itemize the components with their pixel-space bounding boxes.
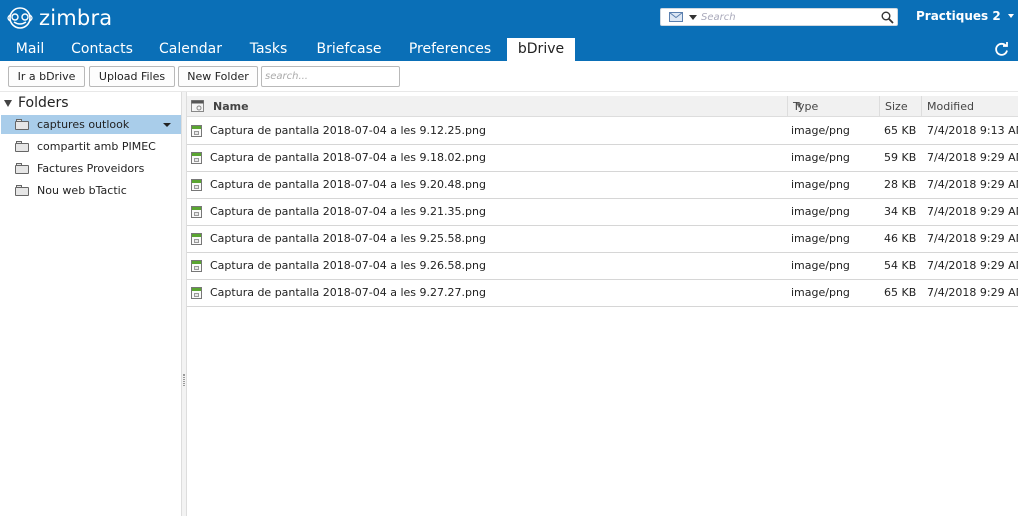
folder-item-compartit-amb-pimec[interactable]: compartit amb PIMEC bbox=[1, 137, 181, 156]
file-modified: 7/4/2018 9:13 AM bbox=[927, 124, 1018, 137]
file-size: 34 KB bbox=[884, 205, 917, 218]
file-modified: 7/4/2018 9:29 AM bbox=[927, 232, 1018, 245]
file-list: Name Type Size Modified Captura de panta… bbox=[187, 92, 1018, 516]
select-all-icon[interactable] bbox=[191, 100, 204, 112]
folder-label: Nou web bTactic bbox=[37, 184, 127, 197]
table-row[interactable]: Captura de pantalla 2018-07-04 a les 9.2… bbox=[187, 280, 1018, 307]
new-folder-button[interactable]: New Folder bbox=[178, 66, 258, 87]
file-modified: 7/4/2018 9:29 AM bbox=[927, 286, 1018, 299]
table-row[interactable]: Captura de pantalla 2018-07-04 a les 9.1… bbox=[187, 118, 1018, 145]
search-input[interactable] bbox=[701, 10, 876, 24]
file-type: image/png bbox=[791, 178, 850, 191]
column-name-label: Name bbox=[213, 100, 249, 113]
file-size: 59 KB bbox=[884, 151, 917, 164]
folder-sidebar: Folders captures outlook compartit amb P… bbox=[0, 92, 182, 516]
file-name: Captura de pantalla 2018-07-04 a les 9.2… bbox=[210, 286, 486, 299]
logo-text: zimbra bbox=[39, 6, 113, 30]
bdrive-search-input[interactable] bbox=[261, 66, 400, 87]
file-name: Captura de pantalla 2018-07-04 a les 9.2… bbox=[210, 259, 486, 272]
image-file-icon bbox=[191, 287, 202, 299]
folders-title: Folders bbox=[18, 95, 69, 111]
file-size: 54 KB bbox=[884, 259, 917, 272]
folder-label: compartit amb PIMEC bbox=[37, 140, 156, 153]
folder-label: captures outlook bbox=[37, 118, 130, 131]
column-header-name[interactable]: Name bbox=[209, 96, 802, 117]
tab-tasks[interactable]: Tasks bbox=[240, 38, 297, 61]
tab-preferences[interactable]: Preferences bbox=[400, 38, 500, 61]
folder-icon bbox=[15, 185, 29, 196]
file-type: image/png bbox=[791, 232, 850, 245]
table-row[interactable]: Captura de pantalla 2018-07-04 a les 9.2… bbox=[187, 253, 1018, 280]
file-name: Captura de pantalla 2018-07-04 a les 9.2… bbox=[210, 232, 486, 245]
file-modified: 7/4/2018 9:29 AM bbox=[927, 259, 1018, 272]
file-size: 28 KB bbox=[884, 178, 917, 191]
tab-contacts[interactable]: Contacts bbox=[62, 38, 142, 61]
app-tabs: Mail Contacts Calendar Tasks Briefcase P… bbox=[0, 38, 1018, 61]
zimbra-logo[interactable]: zimbra bbox=[4, 5, 112, 31]
global-search[interactable] bbox=[660, 8, 898, 26]
tab-bdrive[interactable]: bDrive bbox=[507, 38, 575, 61]
splitter-grip-icon[interactable] bbox=[183, 374, 185, 386]
user-menu[interactable]: Practiques 2 bbox=[916, 8, 1014, 24]
mail-icon[interactable] bbox=[669, 12, 683, 22]
folder-label: Factures Proveidors bbox=[37, 162, 145, 175]
image-file-icon bbox=[191, 179, 202, 191]
file-type: image/png bbox=[791, 151, 850, 164]
column-header-modified[interactable]: Modified bbox=[921, 96, 1018, 117]
file-size: 65 KB bbox=[884, 124, 917, 137]
column-header-size[interactable]: Size bbox=[879, 96, 921, 117]
image-file-icon bbox=[191, 125, 202, 137]
table-row[interactable]: Captura de pantalla 2018-07-04 a les 9.2… bbox=[187, 172, 1018, 199]
folder-icon bbox=[15, 141, 29, 152]
search-type-chevron-down-icon[interactable] bbox=[689, 15, 697, 20]
image-file-icon bbox=[191, 206, 202, 218]
image-file-icon bbox=[191, 260, 202, 272]
folder-item-captures-outlook[interactable]: captures outlook bbox=[1, 115, 181, 134]
file-size: 65 KB bbox=[884, 286, 917, 299]
column-header-type[interactable]: Type bbox=[787, 96, 879, 117]
file-modified: 7/4/2018 9:29 AM bbox=[927, 205, 1018, 218]
file-type: image/png bbox=[791, 124, 850, 137]
file-size: 46 KB bbox=[884, 232, 917, 245]
table-row[interactable]: Captura de pantalla 2018-07-04 a les 9.1… bbox=[187, 145, 1018, 172]
file-name: Captura de pantalla 2018-07-04 a les 9.1… bbox=[210, 124, 486, 137]
folder-icon bbox=[15, 163, 29, 174]
search-icon[interactable] bbox=[881, 11, 894, 24]
file-type: image/png bbox=[791, 286, 850, 299]
folder-item-nou-web-btactic[interactable]: Nou web bTactic bbox=[1, 181, 181, 200]
image-file-icon bbox=[191, 152, 202, 164]
image-file-icon bbox=[191, 233, 202, 245]
file-type: image/png bbox=[791, 259, 850, 272]
app-header: zimbra Practiques 2 bbox=[0, 0, 1018, 38]
upload-files-button[interactable]: Upload Files bbox=[89, 66, 175, 87]
refresh-icon[interactable] bbox=[994, 42, 1009, 57]
file-type: image/png bbox=[791, 205, 850, 218]
file-name: Captura de pantalla 2018-07-04 a les 9.1… bbox=[210, 151, 486, 164]
tab-briefcase[interactable]: Briefcase bbox=[306, 38, 392, 61]
folder-menu-chevron-down-icon[interactable] bbox=[163, 123, 171, 127]
go-to-bdrive-button[interactable]: Ir a bDrive bbox=[8, 66, 85, 87]
table-row[interactable]: Captura de pantalla 2018-07-04 a les 9.2… bbox=[187, 226, 1018, 253]
folder-item-factures-proveidors[interactable]: Factures Proveidors bbox=[1, 159, 181, 178]
list-header: Name Type Size Modified bbox=[187, 96, 1018, 117]
folders-header[interactable]: Folders bbox=[4, 94, 69, 112]
tab-mail[interactable]: Mail bbox=[5, 38, 55, 61]
file-modified: 7/4/2018 9:29 AM bbox=[927, 178, 1018, 191]
chevron-down-icon bbox=[1007, 14, 1014, 18]
table-row[interactable]: Captura de pantalla 2018-07-04 a les 9.2… bbox=[187, 199, 1018, 226]
file-name: Captura de pantalla 2018-07-04 a les 9.2… bbox=[210, 178, 486, 191]
file-modified: 7/4/2018 9:29 AM bbox=[927, 151, 1018, 164]
bdrive-toolbar: Ir a bDrive Upload Files New Folder bbox=[0, 61, 1018, 92]
folder-icon bbox=[15, 119, 29, 130]
user-name: Practiques 2 bbox=[916, 9, 1001, 23]
collapse-triangle-icon[interactable] bbox=[4, 99, 12, 107]
file-name: Captura de pantalla 2018-07-04 a les 9.2… bbox=[210, 205, 486, 218]
zimbra-logo-icon bbox=[7, 7, 33, 29]
tab-calendar[interactable]: Calendar bbox=[151, 38, 230, 61]
